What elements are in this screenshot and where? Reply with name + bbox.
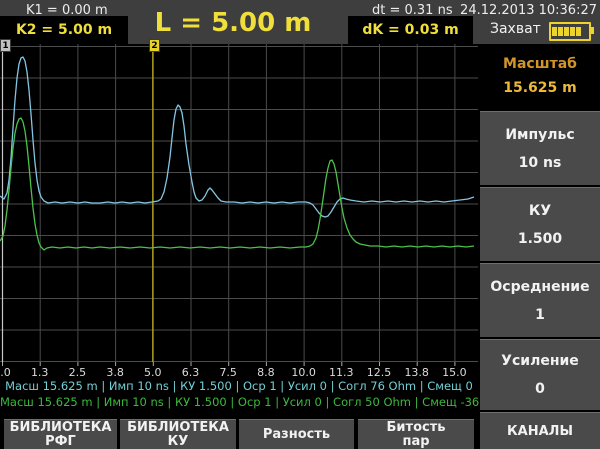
channels-button[interactable]: КАНАЛЫ (480, 412, 600, 449)
marker-1-flag[interactable]: 1 (0, 39, 11, 52)
setting-label: Осреднение (490, 279, 589, 295)
x-axis-tick-label: 3.8 (100, 366, 130, 379)
top-bar: K1 = 0.00 m dt = 0.31 ns 24.12.2013 10:3… (0, 0, 600, 44)
x-axis-tick-label: 2.5 (62, 366, 92, 379)
cursor-k2-readout: K2 = 5.00 m (16, 22, 112, 38)
delta-k-panel: dK = 0.03 m (348, 16, 473, 44)
marker-2-flag[interactable]: 2 (149, 39, 160, 52)
tdr-instrument-screen: K1 = 0.00 m dt = 0.31 ns 24.12.2013 10:3… (0, 0, 600, 449)
x-axis-tick-label: 8.8 (251, 366, 281, 379)
button-label: Битость (387, 421, 446, 435)
delta-k-readout: dK = 0.03 m (362, 22, 458, 38)
button-label: Разность (263, 428, 330, 442)
sidebar-item-ku[interactable]: КУ 1.500 (480, 187, 600, 261)
setting-label: Импульс (505, 127, 574, 143)
x-axis-tick-label: 5.0 (138, 366, 168, 379)
datetime-readout: 24.12.2013 10:36:27 (460, 3, 597, 18)
channel-1-reflectogram (0, 57, 474, 217)
channel-1-status-line: Масш 15.625 m | Имп 10 ns | КУ 1.500 | О… (0, 379, 478, 393)
channel-2-status-line: Масш 15.625 m | Имп 10 ns | КУ 1.500 | О… (0, 395, 478, 409)
x-axis-tick-label: 10.0 (289, 366, 319, 379)
pair-split-button[interactable]: Битость пар (358, 419, 474, 449)
button-label: пар (402, 435, 429, 449)
sidebar-item-pulse[interactable]: Импульс 10 ns (480, 111, 600, 185)
setting-value: 1 (535, 307, 545, 323)
setting-label: КУ (529, 203, 551, 219)
channel-2-reflectogram (0, 118, 474, 250)
x-axis-tick-label: 13.8 (402, 366, 432, 379)
x-axis-tick-label: 6.3 (176, 366, 206, 379)
setting-value: 15.625 m (503, 80, 577, 96)
library-rfg-button[interactable]: БИБЛИОТЕКА РФГ (4, 419, 117, 449)
setting-label: Масштаб (503, 56, 577, 72)
sidebar-item-averaging[interactable]: Осреднение 1 (480, 263, 600, 337)
difference-button[interactable]: Разность (239, 419, 354, 449)
button-label: КУ (168, 435, 189, 449)
x-axis-tick-label: 0.0 (0, 366, 17, 379)
x-axis-tick-label: 15.0 (439, 366, 469, 379)
battery-full-icon (549, 22, 591, 41)
reflectogram-chart: 0.0 1.3 2.5 3.8 5.0 6.3 7.5 8.8 10.0 11.3 12.5 13.8… (0, 44, 478, 378)
cursor-k2-panel: K2 = 5.00 m (0, 16, 128, 44)
sidebar-item-gain[interactable]: Усиление 0 (480, 339, 600, 410)
setting-value: 10 ns (519, 155, 562, 171)
setting-value: 0 (535, 381, 545, 397)
setting-value: 1.500 (518, 231, 562, 247)
x-axis-tick-label: 1.3 (25, 366, 55, 379)
settings-sidebar: Масштаб 15.625 m Импульс 10 ns КУ 1.500 … (480, 44, 600, 449)
button-label: РФГ (45, 435, 76, 449)
setting-label: Усиление (501, 353, 579, 369)
button-label: БИБЛИОТЕКА (127, 421, 229, 435)
capture-mode-label: Захват (490, 21, 541, 37)
button-label: БИБЛИОТЕКА (10, 421, 112, 435)
length-readout: L = 5.00 m (158, 6, 308, 40)
x-axis-tick-label: 11.3 (326, 366, 356, 379)
x-axis-tick-label: 12.5 (364, 366, 394, 379)
sidebar-item-scale[interactable]: Масштаб 15.625 m (480, 44, 600, 108)
x-axis-tick-label: 7.5 (213, 366, 243, 379)
library-ku-button[interactable]: БИБЛИОТЕКА КУ (120, 419, 236, 449)
